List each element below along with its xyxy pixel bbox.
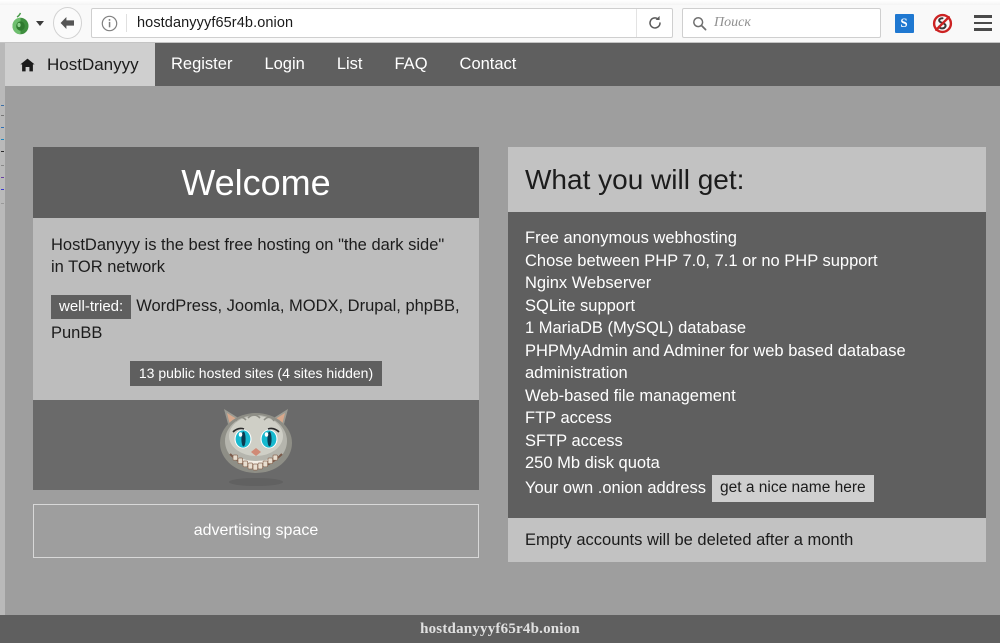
list-item: 250 Mb disk quota [525, 452, 969, 475]
page-viewport: HostDanyyy Register Login List FAQ Conta… [0, 43, 1000, 643]
browser-menu-button[interactable] [966, 8, 1000, 38]
urlbar-divider [126, 14, 127, 32]
list-item: Free anonymous webhosting [525, 227, 969, 250]
browser-chrome: hostdanyyyf65r4b.onion Поиск S [0, 0, 1000, 43]
list-item: SQLite support [525, 295, 969, 318]
page-title: Welcome [181, 162, 330, 204]
home-icon [20, 58, 35, 72]
what-you-get-panel: What you will get: Free anonymous webhos… [508, 147, 986, 562]
extension-noscript-button[interactable] [927, 8, 957, 38]
nav-item-register[interactable]: Register [155, 43, 248, 86]
nav-item-login[interactable]: Login [248, 43, 320, 86]
what-you-get-body: Free anonymous webhosting Chose between … [508, 212, 986, 518]
nav-item-list[interactable]: List [321, 43, 379, 86]
list-item: 1 MariaDB (MySQL) database [525, 317, 969, 340]
advertising-space-box[interactable]: advertising space [33, 504, 479, 558]
list-item-onion-address: Your own .onion address get a nice name h… [525, 475, 969, 503]
what-you-get-title: What you will get: [525, 164, 744, 196]
url-bar[interactable]: hostdanyyyf65r4b.onion [91, 8, 673, 38]
nav-brand-label: HostDanyyy [47, 55, 139, 75]
hosted-sites-badge[interactable]: 13 public hosted sites (4 sites hidden) [130, 361, 382, 386]
what-you-get-footer: Empty accounts will be deleted after a m… [508, 518, 986, 562]
well-tried-label: well-tried: [51, 295, 131, 319]
welcome-intro-text: HostDanyyy is the best free hosting on "… [51, 234, 461, 278]
hamburger-menu-icon [974, 22, 992, 25]
noscript-icon [932, 13, 953, 34]
well-tried-row: well-tried:WordPress, Joomla, MODX, Drup… [51, 293, 461, 346]
info-circle-icon[interactable] [101, 15, 118, 32]
hamburger-menu-icon [974, 15, 992, 18]
list-item: Chose between PHP 7.0, 7.1 or no PHP sup… [525, 250, 969, 273]
extension-scribe-button[interactable]: S [889, 8, 919, 38]
reload-button[interactable] [636, 9, 672, 37]
list-item: PHPMyAdmin and Adminer for web based dat… [525, 340, 969, 385]
welcome-panel-body: HostDanyyy is the best free hosting on "… [33, 218, 479, 400]
page-content: Welcome HostDanyyy is the best free host… [5, 86, 1000, 615]
hamburger-menu-icon [974, 28, 992, 31]
site-navbar: HostDanyyy Register Login List FAQ Conta… [5, 43, 1000, 86]
footer-onion-address: hostdanyyyf65r4b.onion [420, 621, 580, 638]
advertising-space-label: advertising space [194, 522, 319, 540]
nav-brand-hostdanyyy[interactable]: HostDanyyy [5, 43, 155, 86]
sites-badge-wrapper: 13 public hosted sites (4 sites hidden) [51, 361, 461, 386]
feature-list: Free anonymous webhosting Chose between … [525, 227, 969, 502]
tor-onion-button[interactable] [5, 8, 49, 38]
list-item: Web-based file management [525, 385, 969, 408]
site-footer: hostdanyyyf65r4b.onion [0, 615, 1000, 643]
welcome-panel-header: Welcome [33, 147, 479, 218]
scribe-icon: S [895, 14, 914, 33]
get-nice-name-button[interactable]: get a nice name here [712, 475, 874, 503]
list-item: FTP access [525, 407, 969, 430]
empty-accounts-note: Empty accounts will be deleted after a m… [525, 531, 853, 550]
back-arrow-icon [59, 15, 76, 31]
url-text[interactable]: hostdanyyyf65r4b.onion [137, 15, 293, 31]
search-icon [692, 16, 707, 31]
back-button[interactable] [53, 7, 82, 39]
list-item: SFTP access [525, 430, 969, 453]
onion-address-label: Your own .onion address [525, 479, 706, 497]
search-bar[interactable]: Поиск [682, 8, 881, 38]
onion-icon [10, 12, 31, 35]
list-item: Nginx Webserver [525, 272, 969, 295]
cheshire-cat-icon [202, 402, 310, 488]
chevron-down-icon [36, 21, 44, 26]
browser-toolbar: hostdanyyyf65r4b.onion Поиск S [0, 4, 1000, 42]
cat-image-box [33, 400, 479, 490]
search-input-placeholder[interactable]: Поиск [714, 15, 751, 31]
reload-icon [647, 15, 663, 31]
nav-item-faq[interactable]: FAQ [379, 43, 444, 86]
welcome-panel: Welcome HostDanyyy is the best free host… [33, 147, 479, 558]
what-you-get-header: What you will get: [508, 147, 986, 212]
nav-item-contact[interactable]: Contact [444, 43, 533, 86]
